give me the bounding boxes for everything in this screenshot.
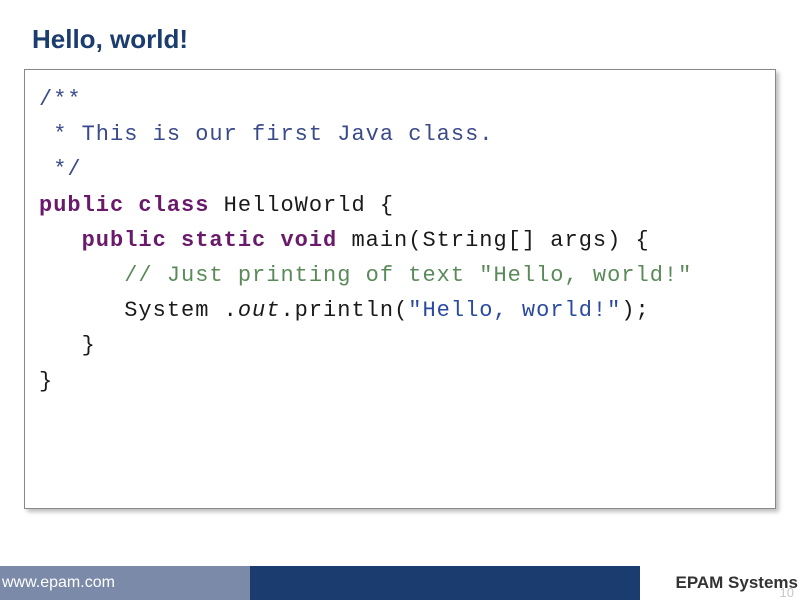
close-brace: } <box>82 333 96 358</box>
close-brace: } <box>39 369 53 394</box>
class-name: HelloWorld { <box>224 193 394 218</box>
slide-title: Hello, world! <box>0 0 800 69</box>
code-line: // Just printing of text "Hello, world!" <box>39 258 761 293</box>
footer: www.epam.com EPAM Systems <box>0 566 800 600</box>
close-paren: ); <box>621 298 649 323</box>
keyword-public-class: public class <box>39 193 224 218</box>
code-line: } <box>39 364 761 399</box>
indent <box>39 333 82 358</box>
code-line: public class HelloWorld { <box>39 188 761 223</box>
system-call: System . <box>124 298 238 323</box>
indent <box>39 228 82 253</box>
javadoc-star: * <box>39 122 82 147</box>
footer-url: www.epam.com <box>0 566 250 600</box>
code-line: /** <box>39 82 761 117</box>
footer-company: EPAM Systems <box>640 566 800 600</box>
code-block: /** * This is our first Java class. */ p… <box>24 69 776 509</box>
javadoc-open: /** <box>39 87 82 112</box>
code-line: } <box>39 328 761 363</box>
page-number: 10 <box>780 585 794 600</box>
string-literal: "Hello, world!" <box>408 298 621 323</box>
method-signature: main(String[] args) { <box>351 228 649 253</box>
code-line: public static void main(String[] args) { <box>39 223 761 258</box>
footer-spacer <box>250 566 640 600</box>
indent <box>39 263 124 288</box>
javadoc-close: */ <box>39 157 82 182</box>
indent <box>39 298 124 323</box>
keyword-public-static-void: public static void <box>82 228 352 253</box>
code-line: */ <box>39 152 761 187</box>
println-call: .println( <box>280 298 408 323</box>
code-line: System .out.println("Hello, world!"); <box>39 293 761 328</box>
line-comment: // Just printing of text "Hello, world!" <box>124 263 692 288</box>
code-line: * This is our first Java class. <box>39 117 761 152</box>
out-field: out <box>238 298 281 323</box>
javadoc-text: This is our first Java class. <box>82 122 494 147</box>
